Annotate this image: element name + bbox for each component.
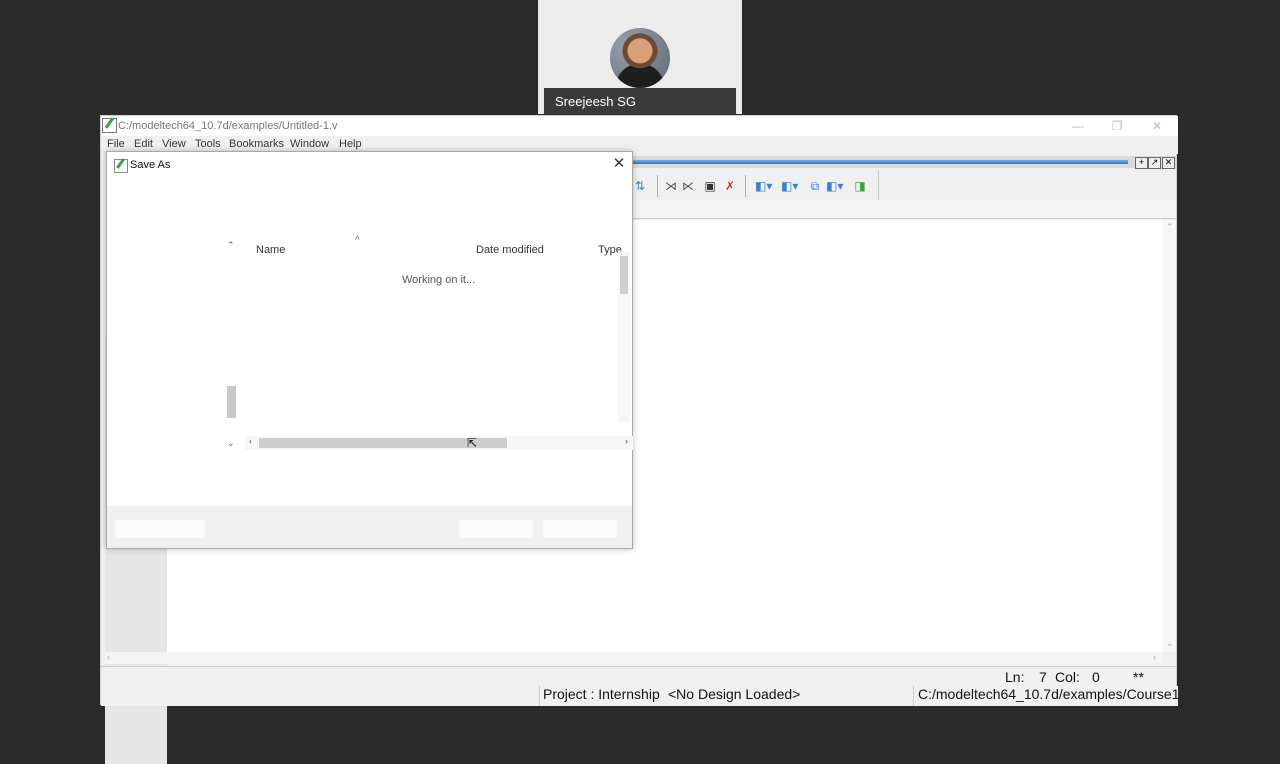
loading-status: Working on it... [402,274,476,286]
dialog-footer [107,506,632,548]
title-bar: C:/modeltech64_10.7d/examples/Untitled-1… [101,116,1178,136]
file-list-vertical-scrollbar[interactable] [618,252,630,422]
add-list-icon[interactable]: ◧▾ [781,179,798,193]
dock-close-button[interactable]: ✕ [1162,157,1175,169]
hscroll-right-icon[interactable]: › [625,436,628,446]
minimize-button[interactable]: — [1067,118,1089,134]
participant-avatar [610,28,670,88]
menu-help[interactable]: Help [339,138,362,150]
dock-grip[interactable] [633,160,1128,164]
column-value: 0 [1092,669,1100,685]
navigation-pane-scrollbar[interactable]: ⌃ ⌄ [225,240,237,452]
nav-scroll-thumb[interactable] [227,386,236,418]
dock-expand-button[interactable]: + [1135,157,1148,169]
hide-folders-button[interactable] [115,520,205,538]
column-label: Col: [1055,669,1080,685]
editor-vertical-scrollbar[interactable]: ⌃ ⌄ [1163,220,1176,652]
project-status: Project : Internship [543,686,660,702]
status-separator [539,686,540,706]
compile-all-icon[interactable]: ⇅ [633,179,647,193]
nav-scroll-down-icon[interactable]: ⌄ [227,438,235,449]
sort-ascending-icon: ^ [355,235,360,246]
menu-bookmarks[interactable]: Bookmarks [229,138,284,150]
toolbar-separator [745,175,746,197]
hscroll-left-icon[interactable]: ‹ [249,436,252,446]
status-line: Ln: 7 Col: 0 ** [101,666,1176,687]
dialog-close-button[interactable]: ✕ [610,155,628,173]
status-separator [913,686,914,706]
window-title: C:/modeltech64_10.7d/examples/Untitled-1… [118,120,338,132]
scroll-right-icon[interactable]: › [1153,652,1156,662]
scroll-down-icon[interactable]: ⌄ [1166,638,1174,649]
toolbar: ⇅ ⋊ ⋉ ▣ ✗ ◧▾ ◧▾ ⧉ ◧▾ ◨ [633,170,879,200]
menu-window[interactable]: Window [290,138,329,150]
modified-indicator: ** [1133,669,1144,685]
app-icon [102,118,117,133]
participant-tile: Sreejeesh SG [538,0,742,114]
step-icon[interactable]: ◧▾ [826,179,843,193]
menu-tools[interactable]: Tools [195,138,221,150]
menu-file[interactable]: File [107,138,125,150]
cancel-button[interactable] [543,520,617,538]
save-button[interactable] [459,520,533,538]
line-value: 7 [1039,669,1047,685]
toolbar-separator [657,175,658,197]
close-window-button[interactable]: ✕ [1146,118,1168,134]
run-icon[interactable]: ◨ [853,179,867,193]
column-header-name[interactable]: Name [256,244,285,256]
dialog-title: Save As [130,159,171,171]
scroll-up-icon[interactable]: ⌃ [1166,222,1174,233]
restore-button[interactable]: ❐ [1106,118,1128,134]
compile-out-of-date-icon[interactable]: ⋊ [664,179,678,193]
dock-undock-button[interactable]: ↗ [1148,157,1161,169]
dock-header: + ↗ ✕ [633,156,1176,169]
break-icon[interactable]: ▣ [703,179,717,193]
file-list: Name ^ Date modified Type Working on it.… [245,235,633,454]
column-header-date-modified[interactable]: Date modified [476,244,544,256]
file-list-vscroll-thumb[interactable] [620,256,628,294]
compile-icon[interactable]: ⋉ [681,179,695,193]
participant-name: Sreejeesh SG [555,94,636,109]
simulate-icon[interactable]: ✗ [723,179,737,193]
dialog-app-icon [114,159,128,173]
design-status: <No Design Loaded> [668,686,801,702]
add-wave-icon[interactable]: ◧▾ [755,179,772,193]
zoom-icon[interactable]: ⧉ [808,179,822,193]
line-label: Ln: [1005,669,1025,685]
nav-scroll-up-icon[interactable]: ⌃ [227,240,235,251]
menu-edit[interactable]: Edit [134,138,153,150]
mouse-pointer-icon: ⇱ [467,436,478,450]
editor-horizontal-scrollbar[interactable]: ‹ › [105,652,1163,664]
bottom-status-bar: Project : Internship <No Design Loaded> … [101,686,1180,706]
save-as-dialog: Save As ✕ ⌃ ⌄ Name ^ Date modified Type … [106,151,633,549]
file-list-horizontal-scrollbar[interactable]: ‹ › ⇱ [245,436,633,450]
working-directory: C:/modeltech64_10.7d/examples/Course1 [918,686,1180,702]
menu-view[interactable]: View [162,138,186,150]
scroll-left-icon[interactable]: ‹ [107,652,110,662]
toolbar-row-2 [633,200,1176,219]
